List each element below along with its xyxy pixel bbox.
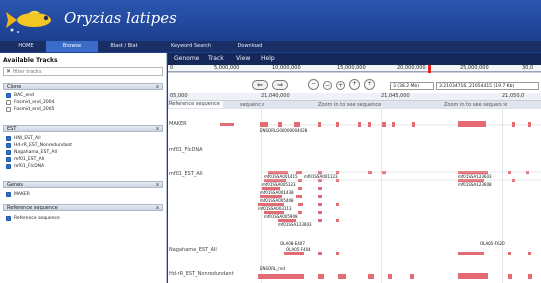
checkbox-checked[interactable] (6, 150, 11, 155)
site-title: Oryzias latipes (64, 9, 177, 27)
menu-genome[interactable]: Genome (174, 53, 199, 65)
track-label: BAC_end (14, 93, 34, 98)
collapse-icon[interactable]: x (156, 205, 159, 211)
category-label: Clone (7, 84, 22, 90)
feature-label[interactable]: mf01SSA003113 (258, 206, 292, 211)
collapse-icon[interactable]: x (156, 182, 159, 188)
zoom-out-large-icon[interactable]: − (308, 79, 319, 90)
track-label: MAKER (14, 192, 30, 197)
collapse-icon[interactable]: x (156, 84, 159, 90)
site-banner: Oryzias latipes (0, 0, 541, 40)
feature-label[interactable]: mf01SSA005123 (262, 182, 296, 187)
filter-tracks-input[interactable] (13, 68, 159, 75)
track-name-maker[interactable]: MAKER (169, 121, 190, 128)
checkbox-checked[interactable] (6, 143, 11, 148)
zoom-out-small-icon[interactable]: − (323, 81, 332, 90)
checkbox-checked[interactable] (6, 93, 11, 98)
clear-filter-icon[interactable]: ✕ (6, 68, 11, 76)
available-tracks-heading: Available Tracks (3, 57, 58, 64)
feature-label[interactable]: mf01SSA005408 (260, 198, 294, 203)
track-label: Reference sequence (14, 216, 60, 221)
zoom-in-large-icon[interactable]: + (349, 79, 360, 90)
overview-axis (168, 71, 541, 72)
category-clone[interactable]: Clone x (3, 83, 163, 90)
right-arrow-icon[interactable]: ⇒ (272, 80, 288, 90)
category-label: EST (7, 126, 17, 132)
checkbox-checked[interactable] (6, 136, 11, 141)
navigation-controls: ⇐ ⇒ − − + + + 3 (38.2 Mb) 3:21034716..21… (168, 74, 541, 93)
track-selector-panel: Available Tracks ✕ Clone x BAC_end Fosmi… (0, 53, 167, 283)
left-arrow-icon[interactable]: ⇐ (252, 80, 268, 90)
checkbox-checked[interactable] (6, 216, 11, 221)
checkbox-checked[interactable] (6, 164, 11, 169)
top-navigation: HOME Browse Blast / Blat Keyword Search … (0, 41, 541, 52)
feature-label[interactable]: mf01SSA001123 (304, 174, 338, 179)
tracks-display-area[interactable]: sequence Zoom in to see sequence Zoom in… (168, 101, 541, 283)
track-name-reference-sequence[interactable]: Reference sequence (169, 101, 223, 108)
nav-home[interactable]: HOME (8, 41, 44, 52)
nav-download[interactable]: Download (228, 41, 272, 52)
browser-menubar: Genome Track View Help (168, 53, 541, 65)
scale-label: 05,000 (170, 93, 188, 99)
zoom-in-small-icon[interactable]: + (336, 81, 345, 90)
menu-help[interactable]: Help (261, 53, 275, 65)
feature-label[interactable]: ENSORL_rnd (260, 266, 285, 271)
medaka-fish-icon (6, 10, 51, 33)
scale-label: 21,040,000 (261, 93, 290, 99)
zoom-in-large-icon[interactable]: + (364, 79, 375, 90)
track-label: Nagahama_EST_All (14, 150, 58, 155)
genome-browser-panel: Genome Track View Help 0 5,000,000 10,00… (168, 53, 541, 283)
nav-blast-blat[interactable]: Blast / Blat (100, 41, 148, 52)
category-est[interactable]: EST x (3, 125, 163, 132)
checkbox-checked[interactable] (6, 192, 11, 197)
category-reference-sequence[interactable]: Reference sequence x (3, 204, 163, 211)
collapse-icon[interactable]: x (156, 126, 159, 132)
track-label: Fosmid_end_2004 (14, 100, 55, 105)
coordinate-scale: 05,000 21,040,000 21,045,000 21,050,0 (168, 93, 541, 101)
scale-label: 21,045,000 (381, 93, 410, 99)
feature-label[interactable]: OLA05-F620 (480, 241, 505, 246)
nav-keyword-search[interactable]: Keyword Search (162, 41, 220, 52)
track-name-nagahama-est-all[interactable]: Nagahama_EST_All (169, 247, 220, 254)
feature-label[interactable]: mf01SSA123608 (458, 182, 492, 187)
feature-label[interactable]: OLA08-E407 (280, 241, 305, 246)
category-label: Reference sequence (7, 205, 58, 211)
track-label: mf01_EST_All (14, 157, 45, 162)
filter-box: ✕ (3, 67, 163, 76)
feature-label[interactable]: mf01SSA001415 (264, 174, 298, 179)
track-label: Hd-rR_EST_Nonredundant (14, 143, 73, 148)
category-genes[interactable]: Genes x (3, 181, 163, 188)
menu-track[interactable]: Track (208, 53, 224, 65)
feature-label[interactable]: mf01SSA123603 (278, 222, 312, 227)
feature-label[interactable]: ENSORLG00000004428 (260, 128, 307, 133)
nav-browse[interactable]: Browse (46, 41, 98, 52)
feature-label[interactable]: mf01SSA001438 (260, 190, 294, 195)
feature-label[interactable]: mf01SSA005908 (264, 214, 298, 219)
chromosome-overview[interactable]: 0 5,000,000 10,000,000 15,000,000 20,000… (168, 65, 541, 73)
location-input[interactable]: 3:21034716..21054415 (19.7 Kb) (436, 82, 539, 90)
feature-label[interactable]: OLA05-F404 (286, 247, 311, 252)
category-label: Genes (7, 182, 23, 188)
track-label: Fosmid_end_2005 (14, 107, 55, 112)
overview-position-marker[interactable] (428, 65, 431, 73)
track-name-mf01-est-all[interactable]: mf01_EST_All (169, 171, 206, 178)
track-label: HNI_EST_All (14, 136, 41, 141)
checkbox-checked[interactable] (6, 157, 11, 162)
track-label: mf01_FlcDNA (14, 164, 45, 169)
chromosome-select[interactable]: 3 (38.2 Mb) (390, 82, 434, 90)
track-name-mf01-flcdna[interactable]: mf01_FlcDNA (169, 147, 206, 154)
checkbox[interactable] (6, 107, 11, 112)
feature-canvas[interactable] (168, 101, 541, 283)
feature-label[interactable]: mf01SSA123603 (458, 174, 492, 179)
menu-view[interactable]: View (236, 53, 250, 65)
track-name-hdrr-est[interactable]: Hd-rR_EST_Nonredundant (169, 271, 237, 278)
scale-label: 21,050,0 (502, 93, 525, 99)
checkbox[interactable] (6, 100, 11, 105)
